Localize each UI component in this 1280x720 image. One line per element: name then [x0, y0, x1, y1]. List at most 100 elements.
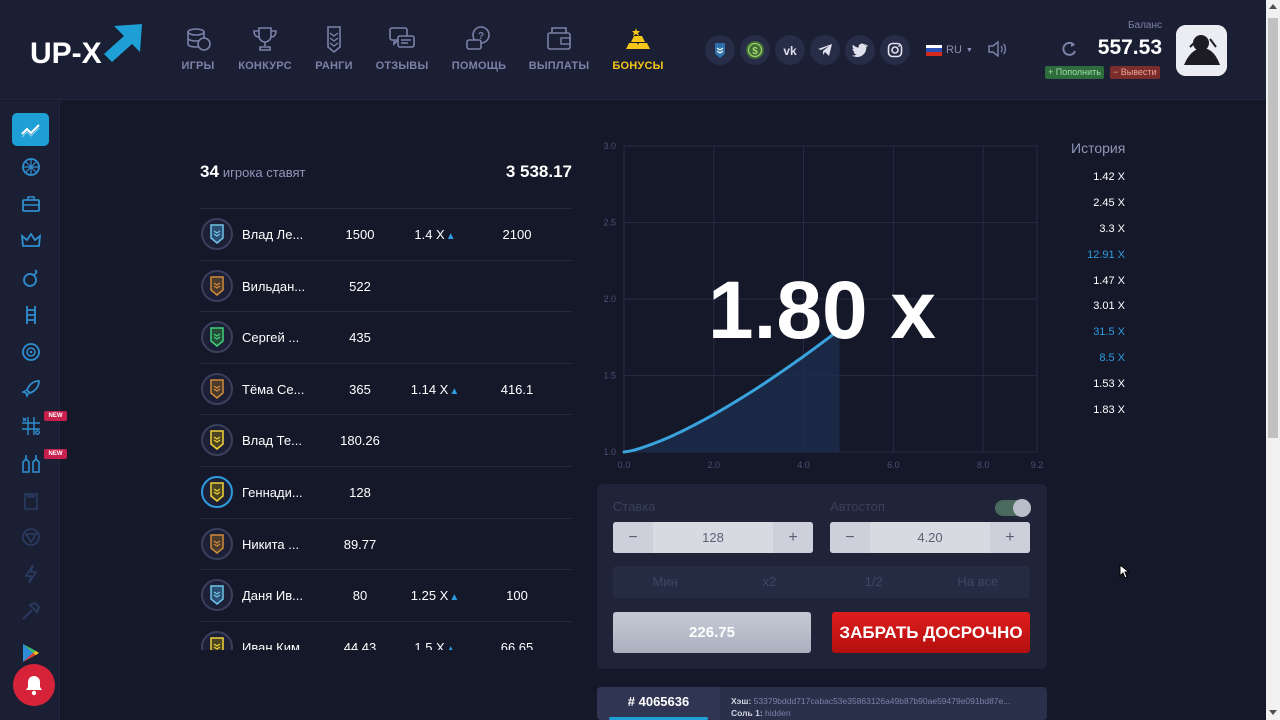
player-rank-avatar[interactable] — [201, 269, 233, 302]
y-tick-label: 2.0 — [603, 294, 616, 304]
bet-stepper[interactable]: − 128 + — [613, 522, 813, 553]
player-name: Сергей ... — [242, 330, 300, 346]
language-selector[interactable]: RU ▼ — [918, 36, 980, 64]
game-id[interactable]: # 4065636 — [597, 687, 720, 720]
dollar-coin-icon[interactable]: $ — [740, 35, 770, 65]
x-tick-label: 4.0 — [797, 460, 810, 470]
player-win: 66.65 — [500, 639, 534, 650]
autostop-input[interactable]: 4.20 — [870, 522, 990, 553]
deposit-button[interactable]: + Пополнить — [1045, 66, 1104, 79]
player-rank-avatar[interactable] — [201, 475, 233, 508]
tower-icon — [23, 492, 38, 510]
scroll-thumb[interactable] — [1268, 18, 1278, 438]
new-badge: NEW — [44, 411, 67, 421]
autostop-plus-button[interactable]: + — [990, 522, 1030, 553]
bet-minus-button[interactable]: − — [613, 522, 653, 553]
history-item[interactable]: 3.3 X — [1062, 217, 1125, 243]
autostop-toggle[interactable] — [995, 499, 1031, 517]
player-name: Влад Те... — [242, 433, 302, 449]
sidebar-item-case[interactable] — [12, 187, 49, 220]
history-item[interactable]: 2.45 X — [1062, 191, 1125, 217]
history-item[interactable]: 31.5 X — [1062, 320, 1125, 346]
nav-help[interactable]: ? ПОМОЩЬ — [434, 24, 524, 72]
sidebar-item-lightning[interactable] — [12, 557, 49, 590]
bet-label: Ставка — [613, 499, 656, 514]
sidebar-item-crash[interactable] — [12, 113, 49, 146]
sidebar-item-ladder[interactable] — [12, 298, 49, 331]
player-rank-avatar[interactable] — [201, 579, 233, 612]
lightning-icon — [24, 564, 37, 583]
nav-payouts[interactable]: ВЫПЛАТЫ — [514, 24, 604, 72]
scroll-down-arrow[interactable] — [1269, 710, 1277, 715]
logo[interactable]: UP-X — [30, 22, 145, 74]
player-rank-avatar[interactable] — [201, 527, 233, 560]
quick-half-button[interactable]: 1/2 — [822, 566, 926, 598]
bet-input[interactable]: 128 — [653, 522, 773, 553]
player-rank-avatar[interactable] — [201, 424, 233, 457]
history-item[interactable]: 1.83 X — [1062, 398, 1125, 424]
player-row: Никита ... 89.77 — [200, 517, 572, 570]
sidebar-item-hammer[interactable] — [12, 594, 49, 627]
history-item[interactable]: 1.53 X — [1062, 372, 1125, 398]
player-rank-avatar[interactable] — [201, 630, 233, 650]
player-multiplier: 1.14 X▲ — [405, 382, 465, 397]
withdraw-button[interactable]: − Вывести — [1110, 66, 1160, 79]
refresh-icon[interactable] — [1060, 40, 1078, 58]
history-item[interactable]: 1.42 X — [1062, 165, 1125, 191]
autostop-minus-button[interactable]: − — [830, 522, 870, 553]
x-tick-label: 6.0 — [887, 460, 900, 470]
player-row: Вильдан... 522 — [200, 259, 572, 312]
sidebar-item-wheel[interactable] — [12, 150, 49, 183]
rank-badge-icon[interactable] — [705, 35, 735, 65]
autostop-stepper[interactable]: − 4.20 + — [830, 522, 1030, 553]
history-item[interactable]: 3.01 X — [1062, 294, 1125, 320]
salt-label: Соль 1: — [731, 708, 763, 718]
player-multiplier: 1.25 X▲ — [405, 588, 465, 603]
player-rank-avatar[interactable] — [201, 321, 233, 354]
language-code: RU — [946, 44, 962, 56]
sidebar-item-roulette[interactable] — [12, 335, 49, 368]
player-name: Никита ... — [242, 536, 300, 552]
user-avatar[interactable] — [1176, 25, 1227, 76]
scroll-up-arrow[interactable] — [1269, 4, 1277, 9]
sidebar-item-crown[interactable] — [12, 224, 49, 257]
nav-bonuses[interactable]: БОНУСЫ — [593, 24, 683, 72]
sidebar-item-tower[interactable] — [12, 483, 49, 516]
player-rank-avatar[interactable] — [201, 372, 233, 405]
vk-icon[interactable]: vk — [775, 35, 805, 65]
player-name: Геннади... — [242, 484, 303, 500]
nav-reviews-label: ОТЗЫВЫ — [375, 60, 429, 72]
nav-help-label: ПОМОЩЬ — [451, 60, 507, 72]
history-item[interactable]: 12.91 X — [1062, 243, 1125, 269]
toggle-knob — [1013, 499, 1031, 517]
y-tick-label: 3.0 — [603, 141, 616, 151]
history-item[interactable]: 1.47 X — [1062, 269, 1125, 295]
balance-label: Баланс — [1127, 20, 1162, 31]
page-scrollbar[interactable] — [1266, 0, 1280, 720]
player-rank-avatar[interactable] — [201, 218, 233, 250]
quick-all-in-button[interactable]: На все — [926, 566, 1030, 598]
instagram-icon[interactable] — [880, 35, 910, 65]
wheel-icon — [21, 157, 40, 176]
notifications-button[interactable] — [13, 664, 55, 706]
case-icon — [21, 195, 40, 212]
sidebar-item-triangle[interactable] — [12, 520, 49, 553]
history-item[interactable]: 8.5 X — [1062, 346, 1125, 372]
sidebar-item-rocket[interactable] — [12, 372, 49, 405]
player-bet: 435 — [349, 330, 371, 346]
quick-min-button[interactable]: Мин — [613, 566, 717, 598]
nav-bonuses-label: БОНУСЫ — [612, 60, 664, 72]
player-row: Тёма Се... 365 1.14 X▲ 416.1 — [200, 362, 572, 415]
twitter-icon[interactable] — [845, 35, 875, 65]
hash-label: Хэш: — [731, 696, 752, 706]
cashout-button[interactable]: ЗАБРАТЬ ДОСРОЧНО — [832, 612, 1030, 653]
bet-amount-button[interactable]: 226.75 — [613, 612, 811, 653]
sidebar-item-bomb[interactable] — [12, 261, 49, 294]
telegram-icon[interactable] — [810, 35, 840, 65]
bet-plus-button[interactable]: + — [773, 522, 813, 553]
quick-double-button[interactable]: x2 — [717, 566, 821, 598]
nav-ranks-label: РАНГИ — [315, 60, 353, 72]
bell-icon — [26, 676, 42, 696]
speaker-icon[interactable] — [987, 40, 1007, 58]
arrow-up-icon: ▲ — [445, 643, 456, 650]
